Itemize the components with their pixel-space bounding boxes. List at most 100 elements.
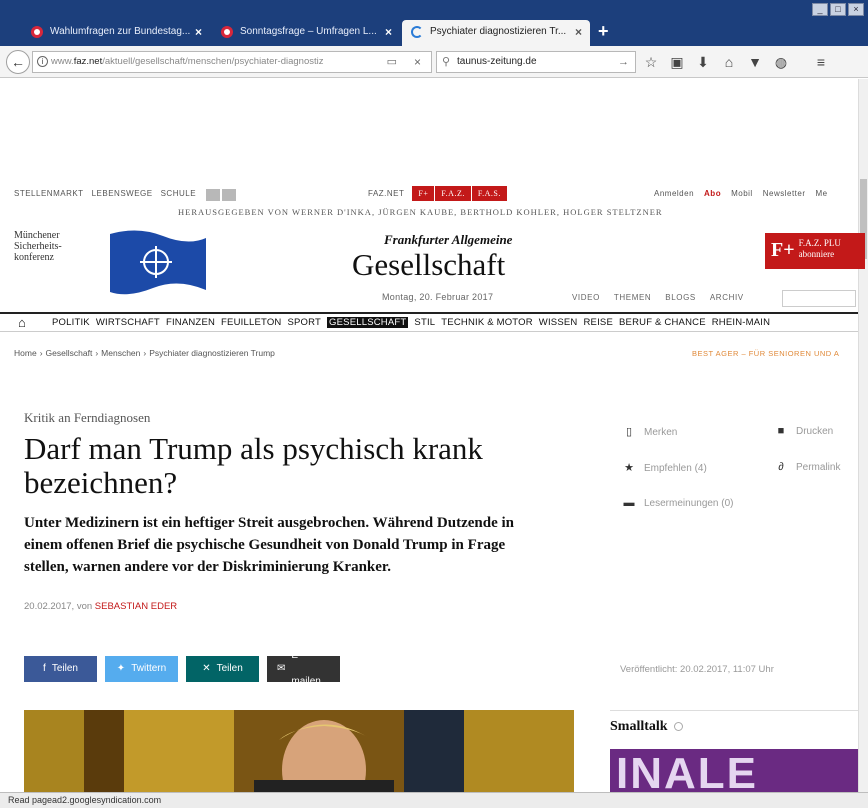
search-go-icon[interactable]: → [618,52,629,72]
subnav-video[interactable]: VIDEO [572,293,600,302]
facebook-icon[interactable] [206,189,221,201]
article-image[interactable] [24,710,574,792]
service-link-stellenmarkt[interactable]: STELLENMARKT [14,189,84,201]
facebook-share-button[interactable]: f Teilen [24,656,97,682]
tab-close-icon[interactable]: × [195,25,202,39]
reader-view-icon[interactable]: ▭ [387,52,397,72]
new-tab-button[interactable]: + [592,20,615,46]
twitter-share-button[interactable]: ✦ Twittern [105,656,178,682]
tab-title: Psychiater diagnostizieren Tr... [430,26,567,37]
bookmark-icon: ▯ [625,426,633,438]
nav-item-gesellschaft[interactable]: GESELLSCHAFT [327,317,409,328]
fplus-link[interactable]: F+ [412,186,435,201]
close-window-button[interactable]: × [848,3,864,16]
navigation-bar: ← i www.faz.net/aktuell/gesellschaft/men… [0,46,868,78]
breadcrumb-menschen[interactable]: Menschen [101,348,140,358]
twitter-icon[interactable] [222,189,237,201]
faznet-link[interactable]: FAZ.NET [368,189,404,198]
service-links: STELLENMARKT LEBENSWEGE SCHULE [14,189,237,201]
title-bar: _ □ × Wahlumfragen zur Bundestag... × So… [0,0,868,46]
tab-strip: Wahlumfragen zur Bundestag... × Sonntags… [22,20,615,46]
faz-logo[interactable]: Frankfurter Allgemeine [384,232,512,248]
breadcrumb-home[interactable]: Home [14,348,37,358]
maximize-button[interactable]: □ [830,3,846,16]
nav-item-feuilleton[interactable]: FEUILLETON [221,317,281,328]
empfehlen-button[interactable]: ★ Empfehlen (4) [622,461,707,474]
nav-item-rhein-main[interactable]: RHEIN-MAIN [712,317,770,328]
smalltalk-teaser-image[interactable]: INALE [610,749,858,793]
login-link[interactable]: Anmelden [654,189,694,198]
nav-item-politik[interactable]: POLITIK [52,317,90,328]
nav-item-finanzen[interactable]: FINANZEN [166,317,215,328]
home-icon[interactable]: ⌂ [718,52,740,72]
xing-share-button[interactable]: ✕ Teilen [186,656,259,682]
email-share-button[interactable]: ✉ E-mailen [267,650,340,687]
nav-item-beruf-chance[interactable]: BERUF & CHANCE [619,317,706,328]
tab-close-icon[interactable]: × [385,25,392,39]
breadcrumb: Home › Gesellschaft › Menschen › Psychiater di… [14,348,275,358]
abo-link[interactable]: Abo [704,189,721,198]
info-icon [673,722,683,732]
browser-window: _ □ × Wahlumfragen zur Bundestag... × So… [0,0,868,808]
nav-item-wirtschaft[interactable]: WIRTSCHAFT [96,317,160,328]
subnav-themen[interactable]: THEMEN [614,293,651,302]
search-bar[interactable]: ⚲ taunus-zeitung.de → [436,51,636,73]
article-headline: Darf man Trump als psychisch krank bezei… [24,431,483,500]
browser-tab-2[interactable]: Sonntagsfrage – Umfragen L... × [212,20,400,46]
subnav-blogs[interactable]: BLOGS [665,293,696,302]
tab-title: Sonntagsfrage – Umfragen L... [240,26,377,37]
service-link-lebenswege[interactable]: LEBENSWEGE [92,189,153,201]
nav-item-wissen[interactable]: WISSEN [539,317,578,328]
drucken-button[interactable]: ■ Drucken [774,425,834,437]
more-link[interactable]: Me [816,189,828,198]
nav-item-sport[interactable]: SPORT [287,317,321,328]
globe-icon[interactable]: ◍ [770,52,792,72]
site-info-icon[interactable]: i [37,56,48,67]
lesermeinungen-button[interactable]: ▬ Lesermeinungen (0) [622,497,734,509]
vertical-scrollbar[interactable] [858,79,868,792]
nato-flag-image[interactable] [108,228,208,298]
sub-navigation: VIDEO THEMEN BLOGS ARCHIV [572,293,744,302]
breadcrumb-gesellschaft[interactable]: Gesellschaft [46,348,93,358]
menu-icon[interactable]: ≡ [810,52,832,72]
facebook-icon: f [43,663,46,674]
newsletter-link[interactable]: Newsletter [763,189,806,198]
home-icon[interactable]: ⌂ [18,315,26,330]
faz-plus-promo[interactable]: F+ F.A.Z. PLU abonniere [765,233,865,269]
mobil-link[interactable]: Mobil [731,189,753,198]
social-icons [204,189,237,201]
minimize-button[interactable]: _ [812,3,828,16]
fas-link[interactable]: F.A.S. [471,186,507,201]
loading-spinner-icon [411,26,423,38]
permalink-button[interactable]: ∂ Permalink [774,461,840,473]
xing-icon: ✕ [202,663,211,674]
download-icon[interactable]: ⬇ [692,52,714,72]
promo-sicherheitskonferenz-text[interactable]: Münchener Sicherheits-konferenz [14,230,94,263]
faz-link[interactable]: F.A.Z. [435,186,471,201]
nav-item-technik-motor[interactable]: TECHNIK & MOTOR [441,317,533,328]
site-search-input[interactable] [782,290,856,307]
service-link-schule[interactable]: SCHULE [161,189,196,201]
browser-tab-3-active[interactable]: Psychiater diagnostizieren Tr... × [402,20,590,46]
faz-favicon-icon [221,26,233,38]
ad-teaser-link[interactable]: BEST AGER – FÜR SENIOREN UND A [692,349,839,358]
editors-line: HERAUSGEGEBEN VON WERNER D'INKA, JÜRGEN … [178,207,663,217]
search-input-value: taunus-zeitung.de [457,56,537,67]
trump-photo-image [24,710,574,792]
author-link[interactable]: SEBASTIAN EDER [95,601,177,612]
nav-item-stil[interactable]: STIL [414,317,435,328]
nav-item-reise[interactable]: REISE [583,317,613,328]
article-byline: 20.02.2017, von SEBASTIAN EDER [24,601,177,612]
back-button[interactable]: ← [6,50,30,74]
subnav-archiv[interactable]: ARCHIV [710,293,744,302]
browser-tab-1[interactable]: Wahlumfragen zur Bundestag... × [22,20,210,46]
smalltalk-header[interactable]: Smalltalk [610,711,858,735]
pocket-icon[interactable]: ▼ [744,52,766,72]
star-icon[interactable]: ☆ [640,52,662,72]
share-buttons: f Teilen ✦ Twittern ✕ Teilen ✉ E-mailen [24,650,340,687]
merken-button[interactable]: ▯ Merken [622,425,677,438]
url-bar[interactable]: i www.faz.net/aktuell/gesellschaft/mensc… [32,51,432,73]
stop-loading-icon[interactable]: × [414,52,421,72]
clipboard-icon[interactable]: ▣ [666,52,688,72]
tab-close-icon[interactable]: × [575,25,582,39]
